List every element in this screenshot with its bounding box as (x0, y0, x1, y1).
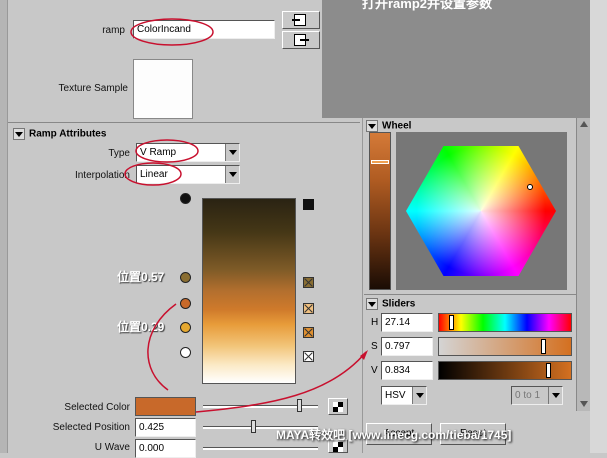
annotation-overlay (124, 18, 368, 413)
annotation-circle-ramp (130, 18, 214, 46)
annotation-arrow-handle (147, 303, 177, 391)
watermark: MAYA转效吧 [www.linecg.com/tieba/1745] (276, 428, 512, 442)
annotation-arrow-to-sliders (195, 351, 367, 413)
annotation-arrowhead (360, 350, 368, 360)
annotation-circle-type (135, 139, 199, 163)
annotation-circle-interp (124, 162, 182, 186)
